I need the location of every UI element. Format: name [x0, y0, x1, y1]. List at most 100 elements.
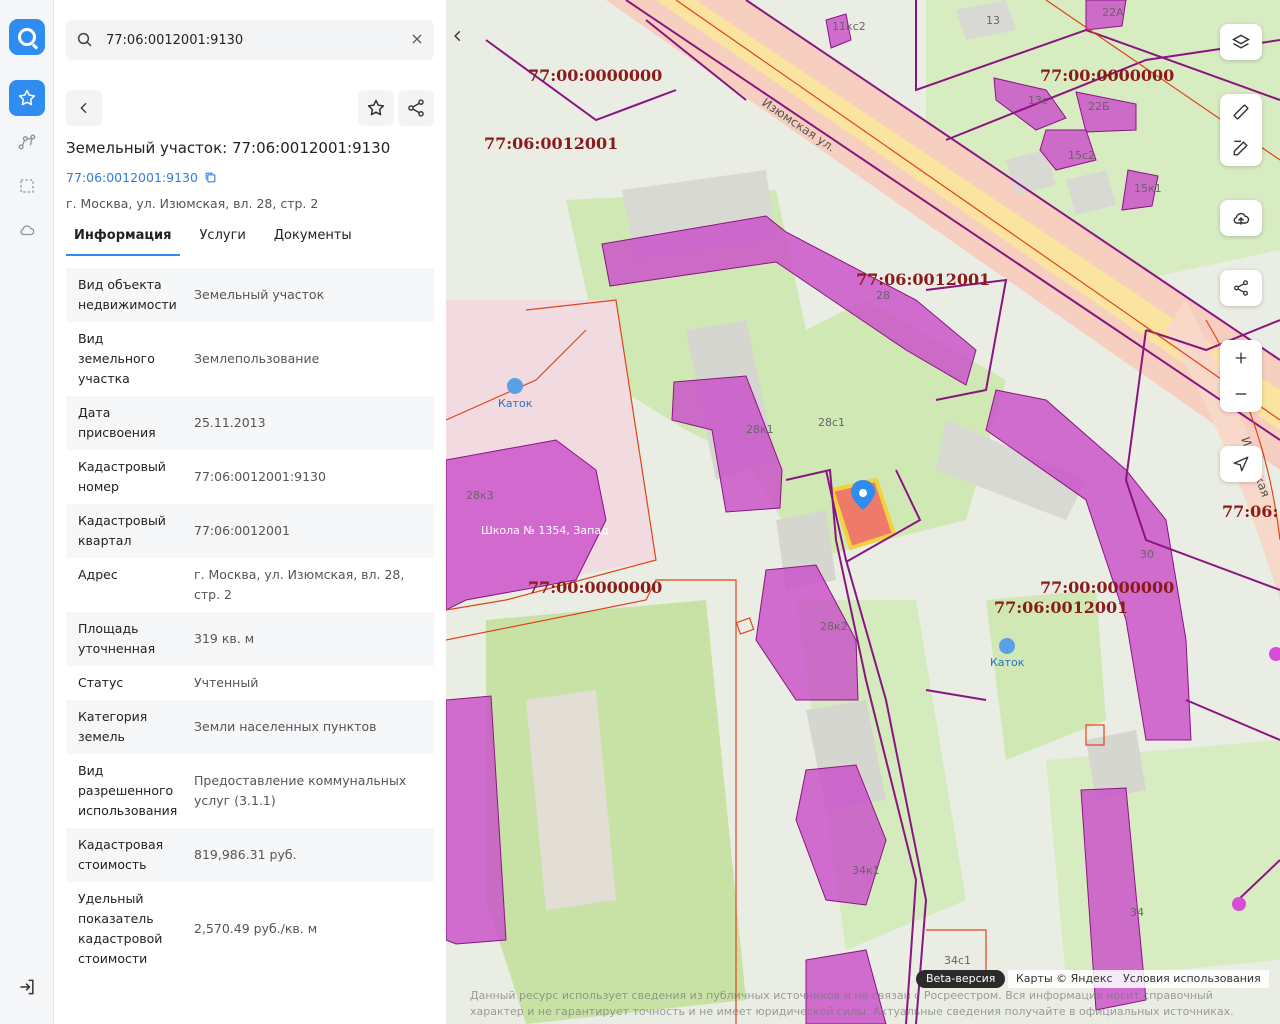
poi-label[interactable]: Каток: [498, 397, 532, 410]
table-row: Категория земель Земли населенных пунктов: [66, 700, 434, 754]
row-key: Кадастровая стоимость: [78, 837, 164, 872]
building-label: 13: [986, 14, 1000, 27]
layers-button[interactable]: [1220, 24, 1262, 60]
search-input[interactable]: [106, 20, 396, 60]
share-button[interactable]: [398, 90, 434, 126]
info-table: Вид объекта недвижимости Земельный участо…: [66, 268, 434, 976]
table-row: Кадастровый номер 77:06:0012001:9130: [66, 450, 434, 504]
poi-label[interactable]: Школа № 1354, Запад: [481, 524, 609, 537]
object-panel: Земельный участок: 77:06:0012001:9130 77…: [54, 0, 446, 1024]
collapse-panel-button[interactable]: [446, 20, 470, 52]
measure-control: [1220, 94, 1262, 166]
selection-icon: [20, 179, 34, 193]
building-label: 34с1: [944, 954, 972, 967]
route-icon: [18, 134, 36, 150]
cadastral-label: 77:00:0000000: [528, 578, 663, 597]
building-label: 15к1: [1134, 182, 1162, 195]
copy-icon[interactable]: [204, 171, 217, 184]
building-label: 15с2: [1068, 149, 1096, 162]
object-address: г. Москва, ул. Изюмская, вл. 28, стр. 2: [66, 196, 319, 211]
layers-control: [1220, 24, 1262, 60]
cloud-upload-icon: [1233, 212, 1250, 225]
row-key: Вид разрешенного использования: [78, 763, 178, 818]
nav-rail: [0, 0, 54, 1024]
close-icon[interactable]: [410, 32, 424, 46]
edit-icon: [1233, 140, 1248, 156]
cadastral-label: 77:00:0000000: [1040, 578, 1175, 597]
row-key: Кадастровый номер: [78, 459, 166, 494]
row-key: Дата присвоения: [78, 405, 156, 440]
building-label: 34: [1130, 906, 1144, 919]
cadastral-label: 77:00:0000000: [1040, 66, 1175, 85]
table-row: Статус Учтенный: [66, 666, 434, 700]
search-icon: [77, 32, 92, 47]
map-view[interactable]: 77:00:0000000 77:06:0012001 77:00:000000…: [446, 0, 1280, 1024]
location-control: [1220, 446, 1262, 482]
share-control: [1220, 270, 1262, 306]
beta-badge: Beta-версия: [916, 970, 1006, 988]
cadastral-label: 77:06:0012001: [484, 134, 619, 153]
add-favorite-button[interactable]: [358, 90, 394, 126]
ruler-button[interactable]: [1220, 94, 1262, 130]
back-button[interactable]: [66, 90, 102, 126]
table-row: Адрес г. Москва, ул. Изюмская, вл. 28, ст…: [66, 558, 434, 612]
cadastral-label: 77:00:0000000: [528, 66, 663, 85]
row-value: 2,570.49 руб./кв. м: [194, 921, 318, 936]
logout-icon: [20, 979, 34, 995]
building-label: 34к1: [852, 864, 880, 877]
building-label: 28к3: [466, 489, 494, 502]
minus-icon: [1235, 393, 1247, 395]
page-title: Земельный участок: 77:06:0012001:9130: [66, 139, 391, 157]
row-value: 819,986.31 руб.: [194, 847, 297, 862]
table-row: Дата присвоения 25.11.2013: [66, 396, 434, 450]
row-value: г. Москва, ул. Изюмская, вл. 28, стр. 2: [194, 567, 405, 602]
poi-label[interactable]: Каток: [990, 656, 1024, 669]
row-value: Землепользование: [194, 351, 320, 366]
row-value: 25.11.2013: [194, 415, 266, 430]
cloud-nav-button[interactable]: [9, 212, 45, 248]
row-key: Категория земель: [78, 709, 148, 744]
tab-info[interactable]: Информация: [66, 222, 180, 256]
star-icon: [367, 99, 385, 116]
share-icon: [408, 99, 424, 117]
table-row: Вид объекта недвижимости Земельный участо…: [66, 268, 434, 322]
select-area-nav-button[interactable]: [9, 168, 45, 204]
logout-button[interactable]: [9, 969, 45, 1005]
row-key: Вид объекта недвижимости: [78, 277, 177, 312]
zoom-out-button[interactable]: [1220, 376, 1262, 412]
disclaimer-text: Данный ресурс использует сведения из пуб…: [470, 989, 1234, 1018]
star-icon: [18, 89, 36, 106]
navigation-arrow-icon: [1233, 456, 1249, 472]
building-label: 22Б: [1088, 100, 1110, 113]
share-icon: [1233, 280, 1249, 296]
map-share-button[interactable]: [1220, 270, 1262, 306]
app-logo[interactable]: [9, 19, 45, 55]
building-label: 28с1: [818, 416, 846, 429]
row-value: 77:06:0012001: [194, 523, 290, 538]
table-row: Вид разрешенного использования Предоставл…: [66, 754, 434, 828]
building-label: 13с: [1028, 94, 1049, 107]
row-key: Статус: [78, 675, 124, 690]
table-row: Кадастровый квартал 77:06:0012001: [66, 504, 434, 558]
zoom-in-button[interactable]: [1220, 340, 1262, 376]
favorites-nav-button[interactable]: [9, 80, 45, 116]
chevron-left-icon: [454, 30, 461, 42]
draw-button[interactable]: [1220, 130, 1262, 166]
cadastral-number-text[interactable]: 77:06:0012001:9130: [66, 170, 198, 185]
cadastral-label: 77:06:0012001: [994, 598, 1129, 617]
terms-link[interactable]: Условия использования: [1123, 972, 1261, 985]
building-label: 28к2: [820, 620, 848, 633]
cadastral-label: 77:06:: [1222, 502, 1279, 521]
row-key: Адрес: [78, 567, 118, 582]
geolocate-button[interactable]: [1220, 446, 1262, 482]
upload-control: [1220, 200, 1262, 236]
upload-button[interactable]: [1220, 200, 1262, 236]
tab-documents[interactable]: Документы: [266, 222, 360, 256]
tab-services[interactable]: Услуги: [192, 222, 254, 256]
route-nav-button[interactable]: [9, 124, 45, 160]
row-value: 319 кв. м: [194, 631, 255, 646]
row-value: Учтенный: [194, 675, 259, 690]
search-box: [66, 20, 434, 60]
copyright-text[interactable]: Карты © Яндекс: [1016, 972, 1113, 985]
cadastral-number-link[interactable]: 77:06:0012001:9130: [66, 170, 217, 185]
